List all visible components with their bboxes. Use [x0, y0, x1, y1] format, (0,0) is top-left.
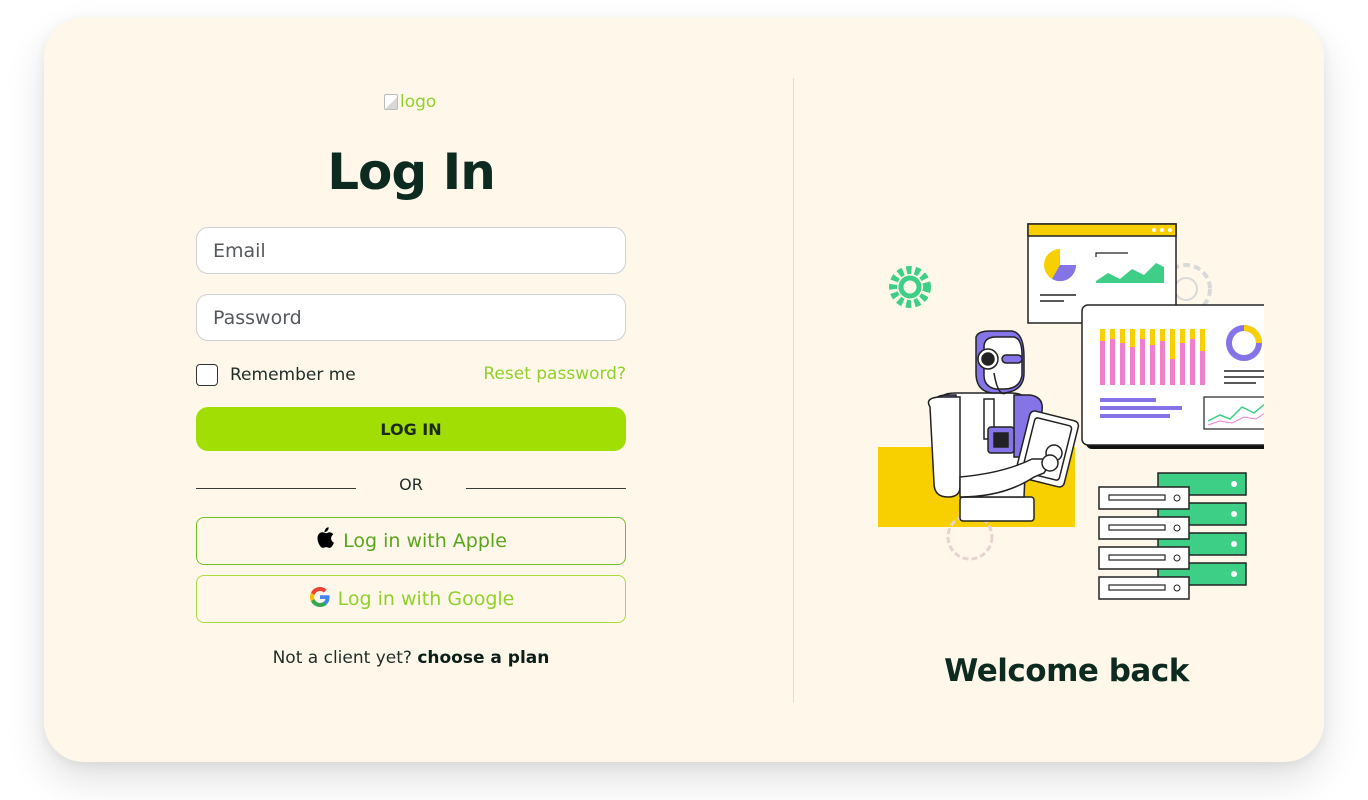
apple-login-label: Log in with Apple [343, 530, 507, 552]
signup-prompt: Not a client yet? choose a plan [196, 648, 626, 668]
google-icon [308, 585, 332, 614]
logo-alt-text: logo [400, 92, 437, 112]
logo: logo [384, 91, 436, 113]
signup-prompt-text: Not a client yet? [272, 648, 412, 668]
login-button[interactable]: LOG IN [196, 407, 626, 451]
or-separator: OR [196, 473, 626, 495]
google-login-label: Log in with Google [337, 588, 515, 610]
or-line-right [466, 488, 626, 489]
remember-me-label: Remember me [230, 365, 356, 385]
page-title: Log In [327, 143, 496, 201]
apple-icon [315, 526, 337, 557]
reset-password-link[interactable]: Reset password? [483, 364, 626, 384]
welcome-heading: Welcome back [944, 653, 1189, 689]
remember-me-checkbox[interactable] [196, 364, 218, 386]
google-login-button[interactable]: Log in with Google [196, 575, 626, 623]
password-field[interactable] [196, 294, 626, 341]
broken-image-icon [384, 94, 398, 110]
remember-me[interactable]: Remember me [196, 364, 356, 386]
apple-login-button[interactable]: Log in with Apple [196, 517, 626, 565]
robot-dashboard-illustration [878, 223, 1264, 600]
choose-plan-link[interactable]: choose a plan [417, 648, 549, 668]
login-card: logo Log In Remember me Reset password? … [44, 17, 1324, 762]
vertical-divider [793, 78, 794, 702]
email-field[interactable] [196, 227, 626, 274]
or-text: OR [399, 475, 423, 494]
